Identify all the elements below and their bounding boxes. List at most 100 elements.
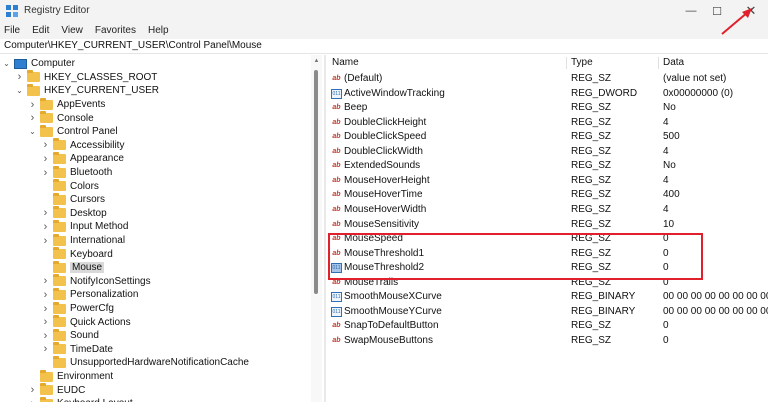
tree-item[interactable]: › Sound xyxy=(41,328,99,343)
chevron-right-icon[interactable]: › xyxy=(41,303,50,315)
menu-file[interactable]: File xyxy=(4,25,20,36)
value-row[interactable]: ab MouseHoverWidth REG_SZ 4 xyxy=(328,203,768,218)
tree-item-label: Personalization xyxy=(70,289,139,301)
value-row[interactable]: 011 SmoothMouseXCurve REG_BINARY 00 00 00 0… xyxy=(328,290,768,305)
chevron-right-icon[interactable]: › xyxy=(28,398,37,402)
menu-help[interactable]: Help xyxy=(148,25,169,36)
value-row[interactable]: ab SnapToDefaultButton REG_SZ 0 xyxy=(328,319,768,334)
tree-item[interactable]: Mouse xyxy=(41,260,105,275)
value-name: SmoothMouseXCurve xyxy=(344,291,442,303)
column-divider[interactable] xyxy=(658,57,659,69)
folder-icon xyxy=(53,287,66,300)
value-row[interactable]: 011 SmoothMouseYCurve REG_BINARY 00 00 00 0… xyxy=(328,305,768,320)
tree-scroll-thumb[interactable] xyxy=(314,70,318,294)
column-header-data[interactable]: Data xyxy=(663,55,684,71)
value-row[interactable]: ab Beep REG_SZ No xyxy=(328,101,768,116)
value-row[interactable]: 011 ActiveWindowTracking REG_DWORD 0x000000… xyxy=(328,87,768,102)
menu-view[interactable]: View xyxy=(61,25,83,36)
tree-item[interactable]: ⌄ Control Panel xyxy=(28,124,118,139)
chevron-right-icon[interactable]: › xyxy=(41,275,50,287)
tree-item[interactable]: › TimeDate xyxy=(41,342,113,357)
computer-icon xyxy=(14,58,27,69)
folder-icon xyxy=(53,233,66,246)
tree-item[interactable]: UnsupportedHardwareNotificationCache xyxy=(41,355,249,370)
tree-item[interactable]: › Quick Actions xyxy=(41,315,131,329)
tree-item[interactable]: Environment xyxy=(28,369,113,384)
chevron-down-icon[interactable]: ⌄ xyxy=(2,59,11,68)
tree-item[interactable]: › Keyboard Layout xyxy=(28,396,133,402)
red-arrow-annotation-icon xyxy=(721,8,752,35)
tree-item[interactable]: › Personalization xyxy=(41,287,139,302)
menu-favorites[interactable]: Favorites xyxy=(95,25,136,36)
tree-item[interactable]: › Input Method xyxy=(41,219,128,234)
scroll-up-arrow-icon[interactable]: ▲ xyxy=(313,58,320,64)
value-row[interactable]: ab MouseSensitivity REG_SZ 10 xyxy=(328,218,768,233)
string-value-icon: ab xyxy=(332,133,341,141)
tree-item[interactable]: Colors xyxy=(41,179,99,193)
tree-item-label: AppEvents xyxy=(57,99,106,111)
chevron-right-icon[interactable]: › xyxy=(15,71,24,83)
menu-edit[interactable]: Edit xyxy=(32,25,49,36)
tree-item[interactable]: › Desktop xyxy=(41,206,107,221)
tree-item[interactable]: › HKEY_CLASSES_ROOT xyxy=(15,70,157,85)
highlight-annotation-box xyxy=(328,233,703,280)
chevron-right-icon[interactable]: › xyxy=(41,167,50,179)
chevron-right-icon[interactable]: › xyxy=(41,221,50,233)
tree-item[interactable]: › Appearance xyxy=(41,151,124,166)
folder-icon xyxy=(40,124,53,137)
folder-icon xyxy=(53,247,66,260)
value-row[interactable]: ab DoubleClickHeight REG_SZ 4 xyxy=(328,116,768,131)
column-divider[interactable] xyxy=(566,57,567,69)
value-row[interactable]: ab DoubleClickWidth REG_SZ 4 xyxy=(328,145,768,160)
value-row[interactable]: ab MouseHoverTime REG_SZ 400 xyxy=(328,188,768,203)
chevron-right-icon[interactable]: › xyxy=(41,235,50,247)
folder-icon xyxy=(53,342,66,355)
chevron-right-icon[interactable]: › xyxy=(41,343,50,355)
value-row[interactable]: ab MouseHoverHeight REG_SZ 4 xyxy=(328,174,768,189)
tree-item[interactable]: › PowerCfg xyxy=(41,301,114,316)
value-data: 4 xyxy=(663,203,669,215)
address-bar[interactable]: Computer\HKEY_CURRENT_USER\Control Panel… xyxy=(0,39,768,54)
chevron-right-icon[interactable]: › xyxy=(41,289,50,301)
pane-splitter[interactable] xyxy=(324,55,326,402)
chevron-right-icon[interactable]: › xyxy=(41,139,50,151)
value-row[interactable]: ab SwapMouseButtons REG_SZ 0 xyxy=(328,334,768,349)
value-type: REG_SZ xyxy=(571,102,612,114)
value-type: REG_SZ xyxy=(571,131,612,143)
chevron-right-icon[interactable]: › xyxy=(41,330,50,342)
chevron-right-icon[interactable]: › xyxy=(28,384,37,396)
tree-item[interactable]: › EUDC xyxy=(28,383,85,397)
value-name: SwapMouseButtons xyxy=(344,334,433,346)
chevron-down-icon[interactable]: ⌄ xyxy=(15,86,24,95)
chevron-right-icon[interactable]: › xyxy=(41,207,50,219)
tree-item[interactable]: ⌄ HKEY_CURRENT_USER xyxy=(15,83,159,98)
value-row[interactable]: ab ExtendedSounds REG_SZ No xyxy=(328,159,768,174)
string-value-icon: ab xyxy=(332,162,341,170)
tree-item[interactable]: › International xyxy=(41,233,125,248)
tree-item[interactable]: Cursors xyxy=(41,192,105,207)
chevron-right-icon[interactable]: › xyxy=(28,99,37,111)
value-row[interactable]: ab DoubleClickSpeed REG_SZ 500 xyxy=(328,130,768,145)
tree-item-label: TimeDate xyxy=(70,343,113,355)
tree-item[interactable]: › Accessibility xyxy=(41,138,125,153)
folder-icon xyxy=(53,355,66,368)
tree-item[interactable]: Keyboard xyxy=(41,247,113,261)
column-header-type[interactable]: Type xyxy=(571,55,593,71)
chevron-right-icon[interactable]: › xyxy=(28,112,37,124)
tree-item-label: Accessibility xyxy=(70,139,125,151)
value-data: No xyxy=(663,160,676,172)
folder-icon xyxy=(53,260,66,273)
chevron-right-icon[interactable]: › xyxy=(41,316,50,328)
value-row[interactable]: ab (Default) REG_SZ (value not set) xyxy=(328,72,768,87)
tree-item[interactable]: › AppEvents xyxy=(28,97,106,112)
chevron-down-icon[interactable]: ⌄ xyxy=(28,127,37,136)
binary-value-icon: 011 xyxy=(331,306,342,317)
tree-item[interactable]: › NotifyIconSettings xyxy=(41,274,151,289)
column-header-name[interactable]: Name xyxy=(332,55,359,71)
value-type: REG_SZ xyxy=(571,116,612,128)
value-data: 500 xyxy=(663,131,680,143)
tree-item[interactable]: ⌄ Computer xyxy=(2,57,75,71)
tree-item[interactable]: › Bluetooth xyxy=(41,165,112,180)
tree-item[interactable]: › Console xyxy=(28,111,94,125)
chevron-right-icon[interactable]: › xyxy=(41,153,50,165)
